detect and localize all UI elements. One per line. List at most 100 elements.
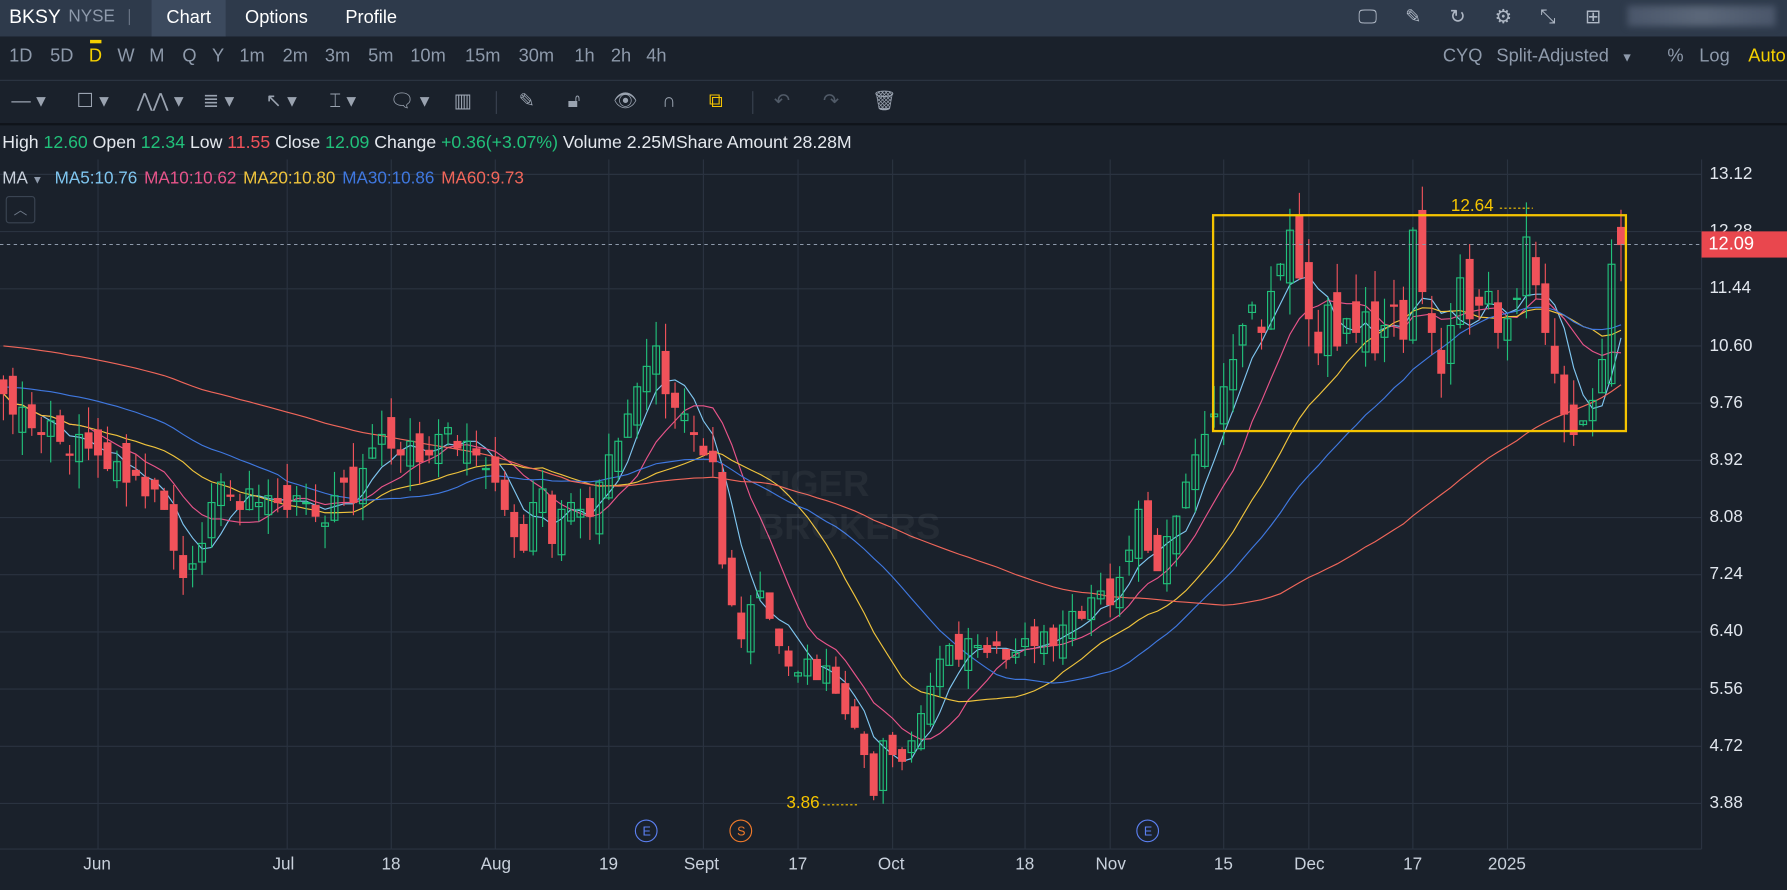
divider — [752, 91, 754, 114]
line-tool-icon[interactable]: — ▾ — [11, 90, 45, 113]
collapse-indicators-button[interactable]: ︿ — [5, 196, 36, 224]
link-icon[interactable]: ⧉ — [709, 90, 723, 113]
arrow-tool-icon[interactable]: ↖ ▾ — [266, 90, 297, 113]
ma-item: MA20:10.80 — [243, 168, 336, 189]
candle-body — [1030, 626, 1039, 647]
candle-body — [283, 485, 292, 510]
symbol: BKSY — [9, 5, 61, 28]
period-1h[interactable]: 1h — [574, 47, 594, 68]
pencil-icon[interactable]: ✎ — [519, 90, 535, 113]
refresh-icon[interactable]: ↻ — [1445, 5, 1470, 30]
x-tick-label: 15 — [1213, 854, 1233, 875]
y-tick-label: 3.88 — [1709, 793, 1743, 813]
candle-body — [841, 683, 850, 715]
rectangle-tool-icon[interactable]: ☐ ▾ — [76, 90, 108, 113]
candle-body — [37, 432, 46, 436]
collapse-icon[interactable]: ⤡ — [1535, 5, 1560, 30]
x-tick-label: Oct — [877, 854, 905, 875]
period-5m[interactable]: 5m — [368, 47, 393, 68]
period-3m[interactable]: 3m — [325, 47, 350, 68]
lock-icon[interactable]: 🔓︎ — [568, 90, 581, 113]
y-tick-label: 8.92 — [1709, 450, 1743, 470]
period-5d[interactable]: 5D — [50, 47, 73, 68]
account-area[interactable] — [1627, 5, 1776, 27]
period-y[interactable]: Y — [212, 47, 224, 68]
ma-legend[interactable]: MA ▼ MA5:10.76 MA10:10.62 MA20:10.80 MA30:1… — [2, 169, 524, 188]
magnet-icon[interactable]: ∩ — [662, 90, 676, 113]
text-tool-icon[interactable]: 🗨 ▾ — [390, 90, 430, 113]
y-tick-label: 7.24 — [1709, 564, 1743, 584]
period-1m[interactable]: 1m — [239, 47, 264, 68]
candle-body — [1153, 534, 1162, 572]
candle-body — [548, 494, 557, 544]
redo-icon[interactable]: ↷ — [823, 90, 839, 113]
y-tick-label: 9.76 — [1709, 392, 1743, 413]
settings-icon[interactable]: ⚙ — [1491, 5, 1516, 30]
candle-body — [453, 440, 462, 449]
cyq-button[interactable]: CYQ — [1443, 47, 1483, 68]
y-tick-label: 5.56 — [1709, 678, 1743, 699]
fibonacci-tool-icon[interactable]: ≣ ▾ — [203, 90, 234, 113]
percent-toggle[interactable]: % — [1667, 47, 1683, 68]
y-tick-label: 8.08 — [1709, 507, 1743, 527]
period-w[interactable]: W — [117, 47, 134, 68]
candle-body — [661, 350, 670, 395]
period-4h[interactable]: 4h — [646, 47, 666, 68]
candle-body — [992, 641, 1001, 647]
candle-body — [94, 429, 103, 456]
period-q[interactable]: Q — [182, 47, 196, 68]
eye-icon[interactable]: 👁︎ — [613, 90, 638, 113]
period-15m[interactable]: 15m — [465, 47, 500, 68]
candle-body — [1475, 296, 1484, 306]
log-toggle[interactable]: Log — [1699, 47, 1729, 68]
undo-icon[interactable]: ↶ — [774, 90, 790, 113]
ma-label: MA — [2, 168, 27, 189]
adjust-dropdown[interactable]: Split-Adjusted ▼ — [1496, 47, 1633, 68]
period-2h[interactable]: 2h — [611, 47, 631, 68]
candle-body — [1560, 374, 1569, 415]
candle-body — [1314, 331, 1323, 354]
active-period-indicator — [90, 39, 102, 44]
period-m[interactable]: M — [149, 47, 164, 68]
high-label: High — [2, 133, 39, 153]
candle-tool-icon[interactable]: ▥ — [454, 90, 472, 113]
candle-body — [27, 404, 36, 429]
candle-body — [273, 497, 282, 504]
measure-tool-icon[interactable]: ⌶ ▾ — [329, 90, 356, 113]
adjust-label: Split-Adjusted — [1496, 46, 1609, 67]
candle-body — [954, 633, 963, 660]
candle-body — [1465, 258, 1474, 320]
open-label: Open — [92, 133, 136, 153]
candle-body — [415, 433, 424, 463]
candle-body — [850, 706, 859, 728]
caret-down-icon[interactable]: ▼ — [32, 174, 43, 187]
candle-body — [500, 479, 509, 510]
change-value: +0.36(+3.07%) — [441, 133, 558, 153]
edit-icon[interactable]: ✎ — [1401, 5, 1426, 30]
auto-toggle[interactable]: Auto — [1748, 47, 1786, 68]
x-tick-label: Aug — [480, 854, 512, 875]
tab-options[interactable]: Options — [230, 0, 322, 36]
pattern-tool-icon[interactable]: ⋀⋀ ▾ — [137, 90, 184, 113]
change-label: Change — [374, 133, 437, 153]
candle-body — [860, 733, 869, 756]
period-30m[interactable]: 30m — [519, 47, 554, 68]
candle-body — [1531, 257, 1540, 286]
y-tick-label: 10.60 — [1709, 335, 1753, 356]
tab-chart[interactable]: Chart — [151, 0, 226, 37]
x-tick-label: Dec — [1294, 854, 1325, 875]
period-2m[interactable]: 2m — [283, 47, 308, 68]
period-d[interactable]: D — [89, 47, 102, 68]
candle-body — [122, 443, 131, 483]
x-tick-label: 19 — [599, 854, 619, 875]
candle-body — [869, 753, 878, 796]
chart-monitor-icon[interactable]: 🖵 — [1355, 5, 1380, 30]
trash-icon[interactable]: 🗑︎ — [872, 90, 897, 113]
period-1d[interactable]: 1D — [9, 47, 32, 68]
x-tick-label: 2025 — [1487, 854, 1526, 875]
grid-icon[interactable]: ⊞ — [1581, 5, 1606, 30]
candle-body — [150, 479, 159, 490]
tab-profile[interactable]: Profile — [331, 0, 412, 36]
period-10m[interactable]: 10m — [410, 47, 445, 68]
watermark-line: TIGER — [757, 462, 870, 504]
